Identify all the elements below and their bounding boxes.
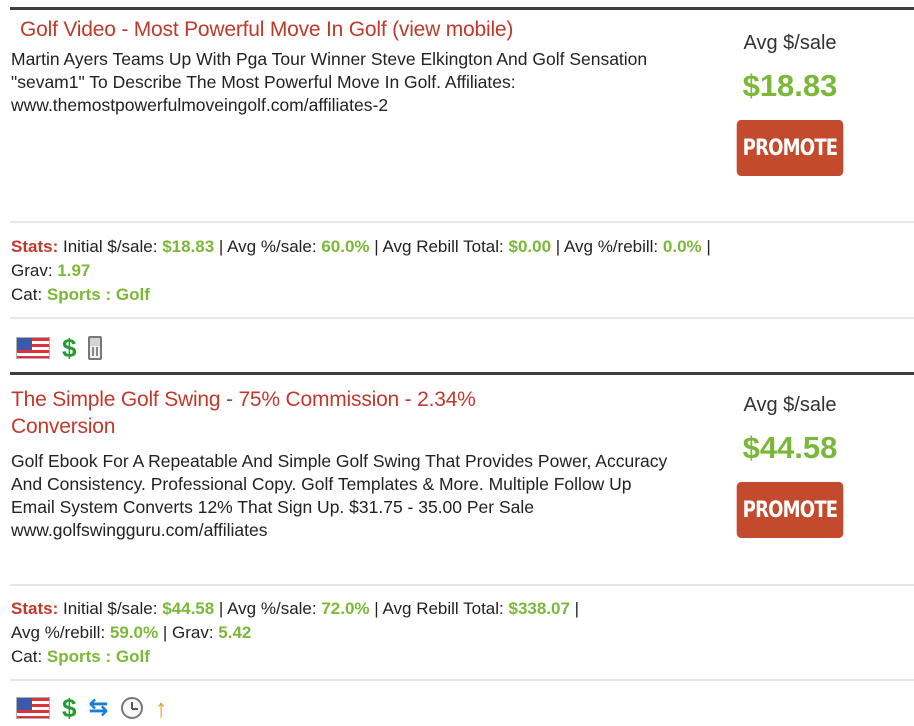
gravity-value: 5.42: [218, 623, 252, 642]
us-flag-icon: [16, 697, 50, 719]
rebill-pct-label: Avg %/rebill:: [11, 623, 106, 642]
stats-line: Cat: Sports : Golf: [11, 645, 579, 669]
product-description: Golf Ebook For A Repeatable And Simple G…: [11, 451, 668, 540]
stats-line: Stats: Initial $/sale: $44.58 | Avg %/sa…: [11, 599, 580, 618]
stats-block: Stats: Initial $/sale: $44.58 | Avg %/sa…: [11, 597, 579, 669]
avg-sale-label: Avg $/sale: [743, 394, 837, 416]
initial-sale-label: Initial $/sale:: [62, 599, 158, 618]
product-title-line[interactable]: The Simple Golf Swing - 75% Commission -…: [11, 386, 691, 413]
clock-icon: [120, 697, 143, 719]
gravity-label: Grav:: [172, 623, 214, 642]
product-listing: The Simple Golf Swing - 75% Commission -…: [0, 0, 914, 726]
category-label: Cat:: [11, 647, 43, 666]
stats-line: Avg %/rebill: 59.0% | Grav: 5.42: [11, 623, 252, 642]
stats-label: Stats:: [11, 599, 59, 618]
feature-icons: $ ⇆ ↑: [16, 694, 168, 722]
up-arrow-icon: ↑: [154, 693, 168, 723]
rebill-pct-value: 59.0%: [109, 623, 159, 642]
promote-button[interactable]: PROMOTE: [736, 482, 844, 538]
initial-sale-value: $44.58: [162, 599, 215, 618]
dollar-icon: $: [62, 693, 77, 723]
price-column: Avg $/sale $44.58 PROMOTE: [700, 392, 880, 538]
product-title-line[interactable]: Conversion: [11, 413, 691, 440]
section-divider: [10, 584, 914, 586]
category-value: Sports : Golf: [46, 647, 150, 666]
rebill-total-label: Avg Rebill Total:: [382, 599, 504, 618]
section-divider: [10, 679, 914, 681]
listing-top-rule: [10, 372, 914, 375]
recurring-billing-icon: ⇆: [88, 694, 109, 721]
product-title-link[interactable]: The Simple Golf Swing - 75% Commission -…: [11, 386, 691, 440]
avg-pct-sale-value: 72.0%: [321, 599, 370, 618]
avg-pct-sale-label: Avg %/sale:: [227, 599, 317, 618]
avg-sale-value: $44.58: [742, 430, 838, 465]
rebill-total-value: $338.07: [508, 599, 570, 618]
